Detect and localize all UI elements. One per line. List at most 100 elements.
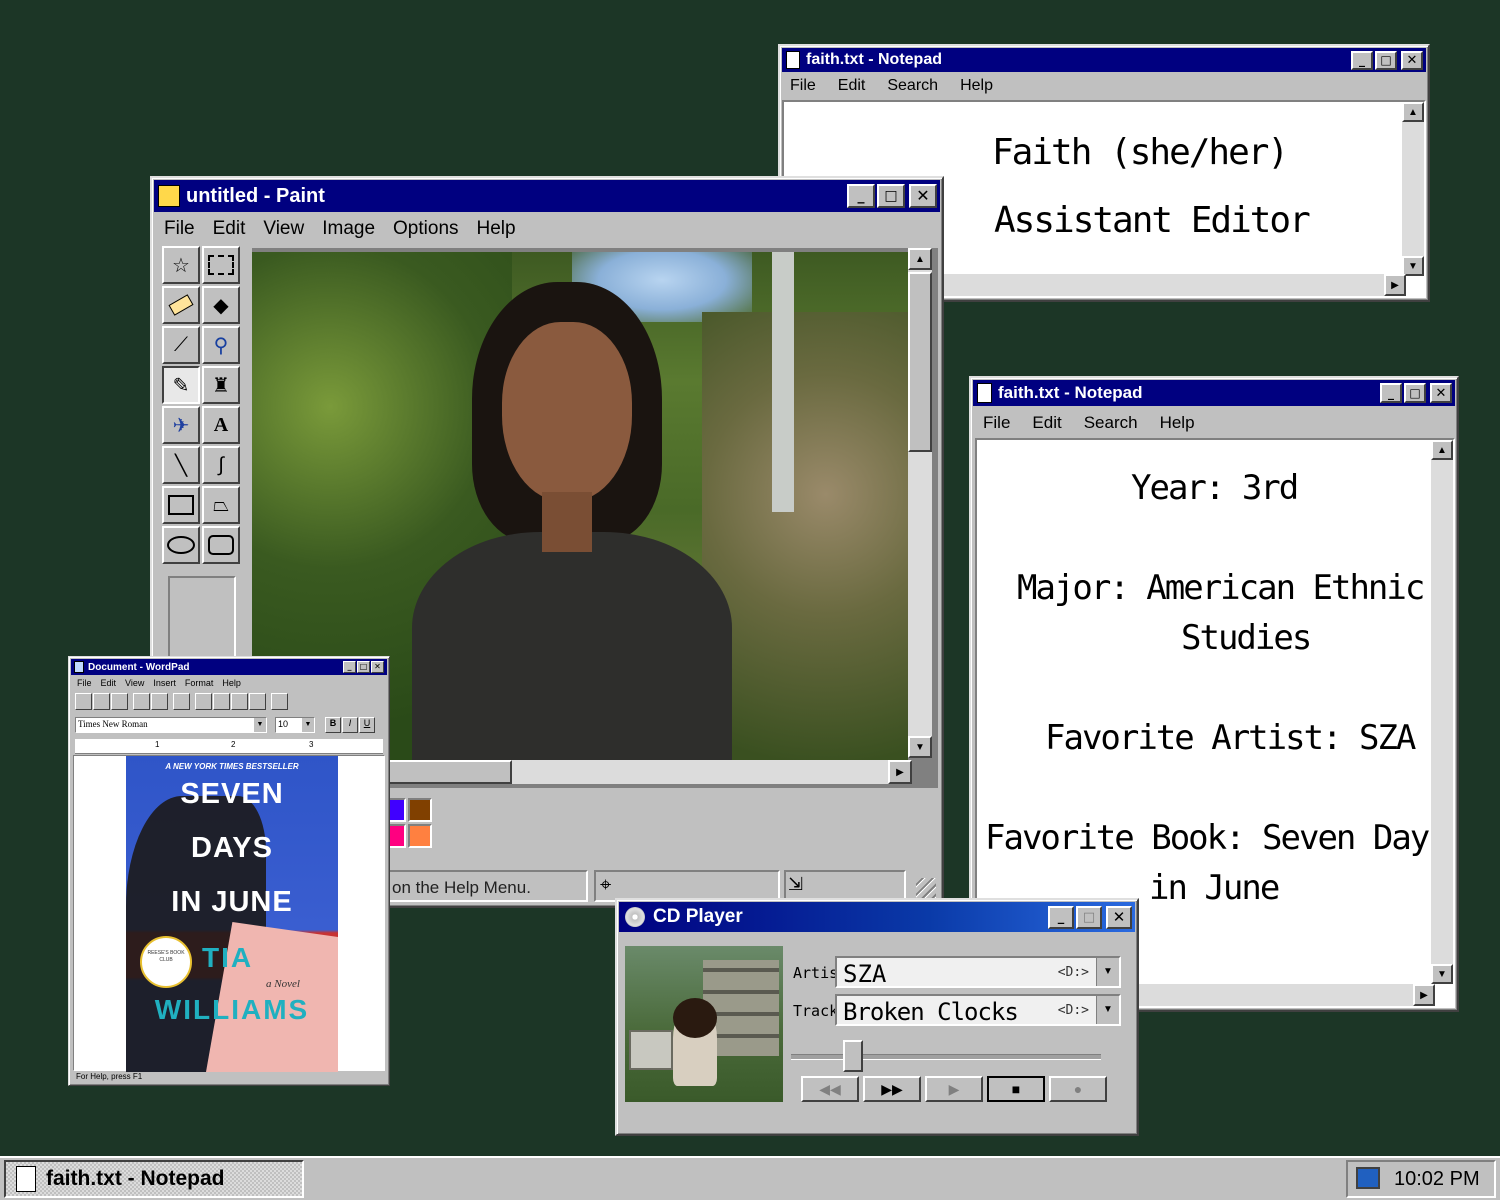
paint-vscrollbar[interactable]: ▲ ▼ (908, 248, 932, 758)
text-icon[interactable]: A (202, 406, 240, 444)
palette-swatch[interactable] (408, 824, 432, 848)
menu-help[interactable]: Help (222, 678, 241, 688)
scroll-right-button[interactable]: ▶ (1413, 984, 1435, 1006)
wordpad-titlebar[interactable]: Document - WordPad _ □ ✕ (71, 659, 387, 675)
cut-icon[interactable] (195, 693, 212, 710)
bold-button[interactable]: B (325, 717, 341, 733)
close-button[interactable]: ✕ (1106, 905, 1132, 929)
notepad-right-hscrollbar[interactable]: ▶ (1137, 984, 1435, 1006)
close-button[interactable]: ✕ (1430, 383, 1452, 403)
scroll-right-button[interactable]: ▶ (888, 760, 912, 784)
menu-edit[interactable]: Edit (838, 77, 866, 95)
cd-player-titlebar[interactable]: CD Player _ □ ✕ (619, 902, 1135, 932)
pencil-icon[interactable]: ✎ (162, 366, 200, 404)
taskbar-clock[interactable]: 10:02 PM (1394, 1168, 1480, 1191)
resize-grip-icon[interactable] (916, 878, 936, 898)
menu-file[interactable]: File (790, 77, 816, 95)
display-settings-icon[interactable] (1356, 1167, 1380, 1189)
notepad-right-scrollbar[interactable]: ▲ ▼ (1431, 440, 1453, 984)
find-icon[interactable] (173, 693, 190, 710)
close-button[interactable]: ✕ (371, 661, 384, 673)
rounded-rect-icon[interactable] (202, 526, 240, 564)
scroll-down-button[interactable]: ▼ (1402, 256, 1424, 276)
paste-icon[interactable] (231, 693, 248, 710)
minimize-button[interactable]: _ (1380, 383, 1402, 403)
open-icon[interactable] (93, 693, 110, 710)
play-button[interactable]: ▶ (925, 1076, 983, 1102)
maximize-button[interactable]: □ (357, 661, 370, 673)
fast-forward-button[interactable]: ▶▶ (863, 1076, 921, 1102)
polygon-icon[interactable]: ⏢ (202, 486, 240, 524)
scroll-up-button[interactable]: ▲ (1402, 102, 1424, 122)
italic-button[interactable]: I (342, 717, 358, 733)
print-icon[interactable] (133, 693, 150, 710)
minimize-button[interactable]: _ (343, 661, 356, 673)
maximize-button[interactable]: □ (1404, 383, 1426, 403)
ellipse-icon[interactable] (162, 526, 200, 564)
new-icon[interactable] (75, 693, 92, 710)
menu-insert[interactable]: Insert (153, 678, 176, 688)
scroll-up-button[interactable]: ▲ (1431, 440, 1453, 460)
rewind-button[interactable]: ◀◀ (801, 1076, 859, 1102)
eject-button[interactable]: ● (1049, 1076, 1107, 1102)
minimize-button[interactable]: _ (1351, 50, 1373, 70)
artist-select[interactable]: SZA <D:> ▼ (835, 956, 1121, 988)
menu-options[interactable]: Options (393, 218, 458, 240)
menu-help[interactable]: Help (477, 218, 516, 240)
menu-search[interactable]: Search (1084, 413, 1138, 433)
menu-view[interactable]: View (263, 218, 304, 240)
date-time-icon[interactable] (271, 693, 288, 710)
copy-icon[interactable] (213, 693, 230, 710)
undo-icon[interactable] (249, 693, 266, 710)
seek-thumb[interactable] (843, 1040, 863, 1072)
maximize-button[interactable]: □ (1076, 905, 1102, 929)
scroll-up-button[interactable]: ▲ (908, 248, 932, 270)
notepad-top-scrollbar[interactable]: ▲ ▼ (1402, 102, 1424, 276)
menu-edit[interactable]: Edit (213, 218, 246, 240)
brush-icon[interactable]: ♜ (202, 366, 240, 404)
menu-edit[interactable]: Edit (101, 678, 117, 688)
wordpad-document[interactable]: A NEW YORK TIMES BESTSELLER SEVEN DAYS I… (73, 755, 385, 1072)
maximize-button[interactable]: □ (1375, 50, 1397, 70)
menu-search[interactable]: Search (887, 77, 938, 95)
notepad-top-titlebar[interactable]: faith.txt - Notepad _ □ ✕ (782, 48, 1426, 72)
menu-format[interactable]: Format (185, 678, 214, 688)
palette-swatch[interactable] (408, 798, 432, 822)
menu-image[interactable]: Image (322, 218, 375, 240)
menu-file[interactable]: File (164, 218, 195, 240)
notepad-top-hscrollbar[interactable]: ▶ (944, 274, 1406, 296)
underline-button[interactable]: U (359, 717, 375, 733)
tool-options-box[interactable] (168, 576, 236, 666)
close-button[interactable]: ✕ (909, 184, 937, 208)
scroll-thumb[interactable] (908, 272, 932, 452)
track-select[interactable]: Broken Clocks <D:> ▼ (835, 994, 1121, 1026)
font-name-select[interactable]: Times New Roman ▼ (75, 717, 267, 733)
fill-bucket-icon[interactable]: ◆ (202, 286, 240, 324)
menu-view[interactable]: View (125, 678, 144, 688)
stop-button[interactable]: ■ (987, 1076, 1045, 1102)
color-picker-icon[interactable]: ⟋ (162, 326, 200, 364)
scroll-right-button[interactable]: ▶ (1384, 274, 1406, 296)
menu-file[interactable]: File (77, 678, 92, 688)
chevron-down-icon[interactable]: ▼ (1096, 996, 1119, 1024)
airbrush-icon[interactable]: ✈ (162, 406, 200, 444)
line-icon[interactable]: ╲ (162, 446, 200, 484)
paint-titlebar[interactable]: untitled - Paint _ □ ✕ (154, 180, 940, 212)
magnifier-icon[interactable]: ⚲ (202, 326, 240, 364)
curve-icon[interactable]: ∫ (202, 446, 240, 484)
rect-select-icon[interactable] (202, 246, 240, 284)
wordpad-ruler[interactable]: 1 2 3 (75, 739, 383, 754)
chevron-down-icon[interactable]: ▼ (1096, 958, 1119, 986)
minimize-button[interactable]: _ (847, 184, 875, 208)
scroll-down-button[interactable]: ▼ (1431, 964, 1453, 984)
rectangle-icon[interactable] (162, 486, 200, 524)
close-button[interactable]: ✕ (1401, 50, 1423, 70)
menu-help[interactable]: Help (960, 77, 993, 95)
save-icon[interactable] (111, 693, 128, 710)
eraser-icon[interactable] (162, 286, 200, 324)
seek-slider[interactable] (791, 1038, 1101, 1072)
notepad-right-titlebar[interactable]: faith.txt - Notepad _ □ ✕ (973, 380, 1455, 406)
scroll-down-button[interactable]: ▼ (908, 736, 932, 758)
menu-edit[interactable]: Edit (1032, 413, 1061, 433)
minimize-button[interactable]: _ (1048, 905, 1074, 929)
